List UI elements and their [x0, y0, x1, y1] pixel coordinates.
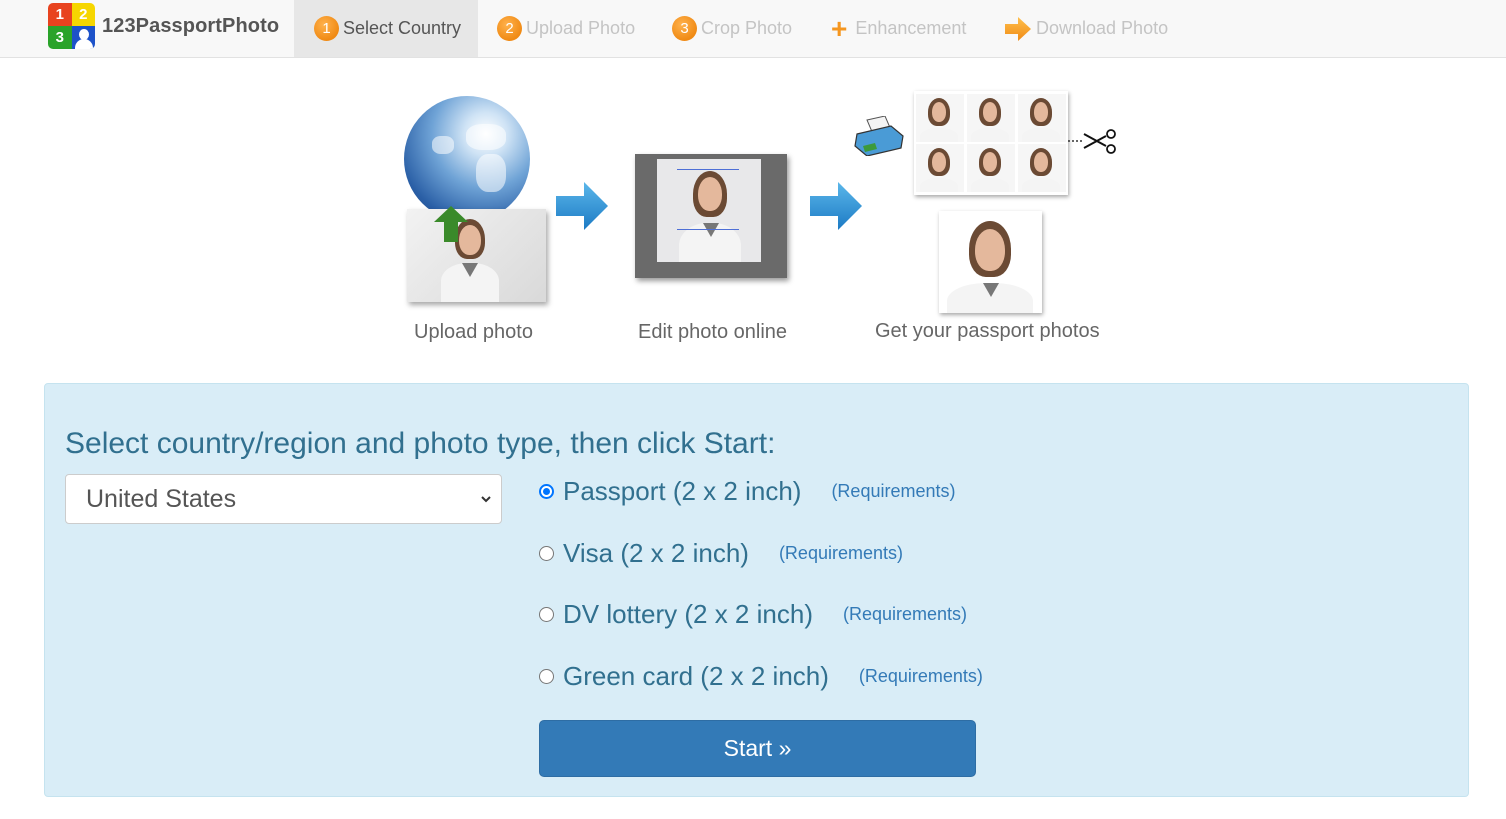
step-label-upload: Upload photo: [414, 321, 533, 343]
nav-step-crop-photo[interactable]: 3 Crop Photo: [672, 0, 792, 57]
nav-label: Upload Photo: [526, 18, 636, 38]
logo-digit-2: 2: [71, 3, 95, 26]
radio-green-card[interactable]: [539, 669, 554, 684]
radio-label[interactable]: Visa (2 x 2 inch): [563, 538, 749, 569]
how-it-works: Upload photo Edit photo online Get your …: [0, 58, 1506, 378]
brand-name: 123PassportPhoto: [102, 14, 280, 37]
logo-icon: 1 2 3: [48, 3, 95, 49]
nav-label: Select Country: [343, 18, 462, 38]
nav-step-download-photo[interactable]: Download Photo: [1004, 0, 1168, 57]
requirements-link[interactable]: (Requirements): [843, 604, 967, 625]
crop-editor-image: [635, 154, 787, 278]
nav-label: Crop Photo: [701, 18, 793, 38]
selection-panel: Select country/region and photo type, th…: [44, 383, 1469, 797]
logo-digit-1: 1: [48, 3, 72, 26]
plus-icon: +: [831, 12, 848, 44]
panel-title: Select country/region and photo type, th…: [65, 427, 776, 460]
single-passport-photo-image: [939, 211, 1042, 313]
nav-step-select-country[interactable]: 1 Select Country: [294, 0, 478, 57]
photo-type-option-dv-lottery[interactable]: DV lottery (2 x 2 inch) (Requirements): [539, 599, 967, 630]
step-1-badge-icon: 1: [314, 16, 339, 41]
start-button[interactable]: Start »: [539, 720, 976, 777]
printer-icon: [854, 116, 904, 156]
nav-label: Enhancement: [855, 18, 967, 38]
photo-type-option-green-card[interactable]: Green card (2 x 2 inch) (Requirements): [539, 661, 983, 692]
requirements-link[interactable]: (Requirements): [831, 481, 955, 502]
nav-label: Download Photo: [1036, 18, 1169, 38]
scissors-icon: [1068, 129, 1116, 154]
logo-digit-3: 3: [48, 26, 72, 49]
globe-icon: [404, 96, 530, 222]
photo-sheet-image: [914, 91, 1068, 195]
nav-step-upload-photo[interactable]: 2 Upload Photo: [478, 0, 635, 57]
chevron-down-icon: [481, 496, 491, 503]
requirements-link[interactable]: (Requirements): [779, 543, 903, 564]
step-3-badge-icon: 3: [672, 16, 697, 41]
requirements-link[interactable]: (Requirements): [859, 666, 983, 687]
arrow-right-icon: [1005, 16, 1031, 41]
step-label-edit: Edit photo online: [638, 321, 788, 343]
arrow-right-icon: [810, 182, 862, 230]
country-select-value: United States: [86, 484, 237, 513]
uploaded-photo-image: [407, 209, 546, 302]
radio-passport[interactable]: [539, 484, 554, 499]
photo-type-option-visa[interactable]: Visa (2 x 2 inch) (Requirements): [539, 538, 903, 569]
radio-label[interactable]: Green card (2 x 2 inch): [563, 661, 829, 692]
step-label-get-photos: Get your passport photos: [875, 320, 1100, 342]
radio-visa[interactable]: [539, 546, 554, 561]
person-icon: [71, 26, 95, 49]
nav-step-enhancement[interactable]: + Enhancement: [831, 0, 966, 57]
radio-label[interactable]: Passport (2 x 2 inch): [563, 476, 801, 507]
step-2-badge-icon: 2: [497, 16, 522, 41]
upload-arrow-icon: [434, 206, 468, 242]
radio-label[interactable]: DV lottery (2 x 2 inch): [563, 599, 813, 630]
country-select[interactable]: United States: [65, 474, 502, 524]
photo-type-option-passport[interactable]: Passport (2 x 2 inch) (Requirements): [539, 476, 955, 507]
arrow-right-icon: [556, 182, 608, 230]
brand[interactable]: 1 2 3 123PassportPhoto: [48, 2, 279, 50]
radio-dv-lottery[interactable]: [539, 607, 554, 622]
top-navbar: 1 2 3 123PassportPhoto 1 Select Country …: [0, 0, 1506, 58]
